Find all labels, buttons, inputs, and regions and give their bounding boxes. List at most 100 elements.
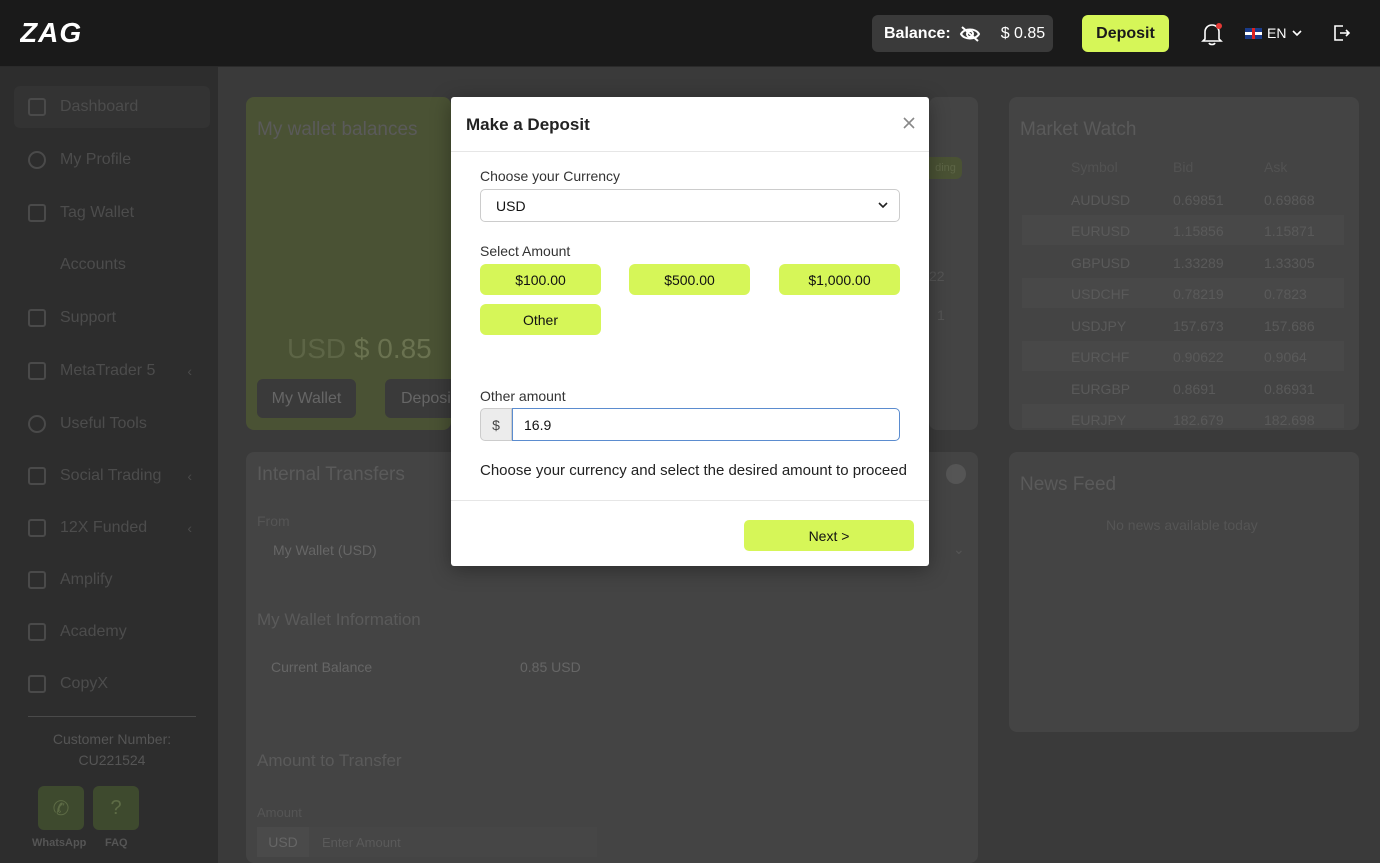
table-row: EURUSD 1.15856 1.15871 xyxy=(1022,215,1344,245)
faq-label: FAQ xyxy=(105,837,128,849)
mw-bid: 0.69851 xyxy=(1173,192,1224,208)
sidebar-item-12x-funded[interactable]: 12X Funded ‹ xyxy=(14,507,210,549)
sidebar-item-label: Dashboard xyxy=(60,98,139,115)
mw-header-bid: Bid xyxy=(1173,159,1194,175)
mw-bid: 182.679 xyxy=(1173,412,1224,428)
language-selector[interactable]: EN xyxy=(1245,25,1303,41)
mw-bid: 1.15856 xyxy=(1173,223,1224,239)
mw-symbol: USDJPY xyxy=(1071,318,1127,334)
partial-value: 22 xyxy=(929,268,945,284)
wallet-amount: $ 0.85 xyxy=(353,333,432,364)
customer-number: CU221524 xyxy=(78,752,146,768)
amount-other-button[interactable]: Other xyxy=(480,304,601,335)
laptop-icon xyxy=(28,362,46,380)
whatsapp-label: WhatsApp xyxy=(32,837,87,849)
amount-500-button[interactable]: $500.00 xyxy=(629,264,750,295)
other-amount-label: Other amount xyxy=(480,388,566,404)
mw-bid: 157.673 xyxy=(1173,318,1224,334)
svg-text:ZAG: ZAG xyxy=(20,18,82,46)
bar-chart-icon xyxy=(28,623,46,641)
amount-1000-button[interactable]: $1,000.00 xyxy=(779,264,900,295)
modal-footer-divider xyxy=(451,500,929,501)
chevron-left-icon: ‹ xyxy=(187,520,192,536)
wallet-balance: USD $ 0.85 xyxy=(287,333,432,365)
refresh-icon[interactable] xyxy=(946,464,966,484)
sidebar-item-label: My Profile xyxy=(60,151,132,168)
table-row: USDCHF 0.78219 0.7823 xyxy=(1022,278,1344,308)
amount-100-button[interactable]: $100.00 xyxy=(480,264,601,295)
mw-ask: 0.9064 xyxy=(1264,349,1307,365)
user-icon xyxy=(28,151,46,169)
next-button[interactable]: Next > xyxy=(744,520,914,551)
partial-count: 1 xyxy=(937,307,945,323)
sidebar-item-label: Accounts xyxy=(60,256,126,273)
deposit-card-button[interactable]: Deposi xyxy=(385,379,451,418)
other-amount-group: $ 16.9 xyxy=(480,408,900,441)
sidebar-divider xyxy=(28,716,196,717)
faq-button[interactable]: ? xyxy=(93,786,139,830)
from-select[interactable]: My Wallet (USD) xyxy=(273,542,377,558)
news-empty: No news available today xyxy=(1106,517,1258,533)
mw-ask: 0.86931 xyxy=(1264,381,1315,397)
mw-header-ask: Ask xyxy=(1264,159,1288,175)
sidebar-item-label: Social Trading xyxy=(60,467,162,484)
currency-symbol-addon: $ xyxy=(480,408,512,441)
sidebar-item-label: Support xyxy=(60,309,117,326)
mw-bid: 0.78219 xyxy=(1173,286,1224,302)
question-icon: ? xyxy=(110,796,122,819)
chevron-down-icon: ⌄ xyxy=(953,541,965,557)
deposit-button[interactable]: Deposit xyxy=(1082,15,1169,52)
close-icon[interactable] xyxy=(901,115,917,131)
sidebar-item-label: Useful Tools xyxy=(60,415,147,432)
whatsapp-button[interactable]: ✆ xyxy=(38,786,84,830)
currency-select[interactable]: USD xyxy=(480,189,900,222)
sidebar-item-accounts[interactable]: Accounts xyxy=(14,244,210,286)
amount-currency-addon: USD xyxy=(257,827,309,857)
whatsapp-icon: ✆ xyxy=(52,797,70,820)
sidebar-item-label: MetaTrader 5 xyxy=(60,362,156,379)
wallet-currency: USD xyxy=(287,333,347,364)
currency-value: USD xyxy=(496,197,526,214)
chevron-down-icon xyxy=(878,202,888,209)
sidebar-item-metatrader-5[interactable]: MetaTrader 5 ‹ xyxy=(14,350,210,392)
mw-ask: 157.686 xyxy=(1264,318,1315,334)
sidebar-item-amplify[interactable]: Amplify xyxy=(14,559,210,601)
other-amount-input[interactable]: 16.9 xyxy=(512,408,900,441)
uk-flag-icon xyxy=(1245,27,1262,39)
sidebar-item-social-trading[interactable]: Social Trading ‹ xyxy=(14,455,210,497)
logout-icon[interactable] xyxy=(1331,23,1351,43)
mw-ask: 1.15871 xyxy=(1264,223,1315,239)
dashboard-icon xyxy=(28,98,46,116)
mw-symbol: EURCHF xyxy=(1071,349,1130,365)
internal-transfers-title: Internal Transfers xyxy=(257,464,405,485)
mw-symbol: EURJPY xyxy=(1071,412,1127,428)
bar-chart-icon xyxy=(28,675,46,693)
bar-chart-icon xyxy=(28,571,46,589)
sidebar-item-useful-tools[interactable]: Useful Tools xyxy=(14,403,210,445)
sidebar-item-support[interactable]: Support xyxy=(14,297,210,339)
mw-symbol: AUDUSD xyxy=(1071,192,1131,208)
table-row: GBPUSD 1.33289 1.33305 xyxy=(1022,247,1344,277)
mw-bid: 0.90622 xyxy=(1173,349,1224,365)
my-wallet-button[interactable]: My Wallet xyxy=(257,379,356,418)
bell-icon[interactable] xyxy=(1201,22,1223,46)
amount-input[interactable]: Enter Amount xyxy=(309,827,597,857)
sidebar-item-tag-wallet[interactable]: Tag Wallet xyxy=(14,192,210,234)
sidebar-item-dashboard[interactable]: Dashboard xyxy=(14,86,210,128)
select-amount-label: Select Amount xyxy=(480,243,571,259)
current-balance-value: 0.85 USD xyxy=(520,659,581,675)
sidebar-item-my-profile[interactable]: My Profile xyxy=(14,139,210,181)
zag-logo[interactable]: ZAG xyxy=(20,18,124,46)
current-balance-label: Current Balance xyxy=(271,659,373,675)
mw-symbol: GBPUSD xyxy=(1071,255,1131,271)
sidebar-item-copyx[interactable]: CopyX xyxy=(14,663,210,705)
sidebar-item-academy[interactable]: Academy xyxy=(14,611,210,653)
sidebar: Dashboard My Profile Tag Wallet Accounts… xyxy=(0,67,218,863)
top-bar: ZAG Balance: $ 0.85 Deposit EN xyxy=(0,0,1380,67)
sidebar-item-label: CopyX xyxy=(60,675,109,692)
table-row: USDJPY 157.673 157.686 xyxy=(1022,310,1344,340)
customer-number-block: Customer Number: CU221524 xyxy=(0,729,224,771)
balance-label: Balance: xyxy=(884,24,951,42)
eye-off-icon[interactable] xyxy=(959,25,981,43)
table-row: EURCHF 0.90622 0.9064 xyxy=(1022,341,1344,371)
